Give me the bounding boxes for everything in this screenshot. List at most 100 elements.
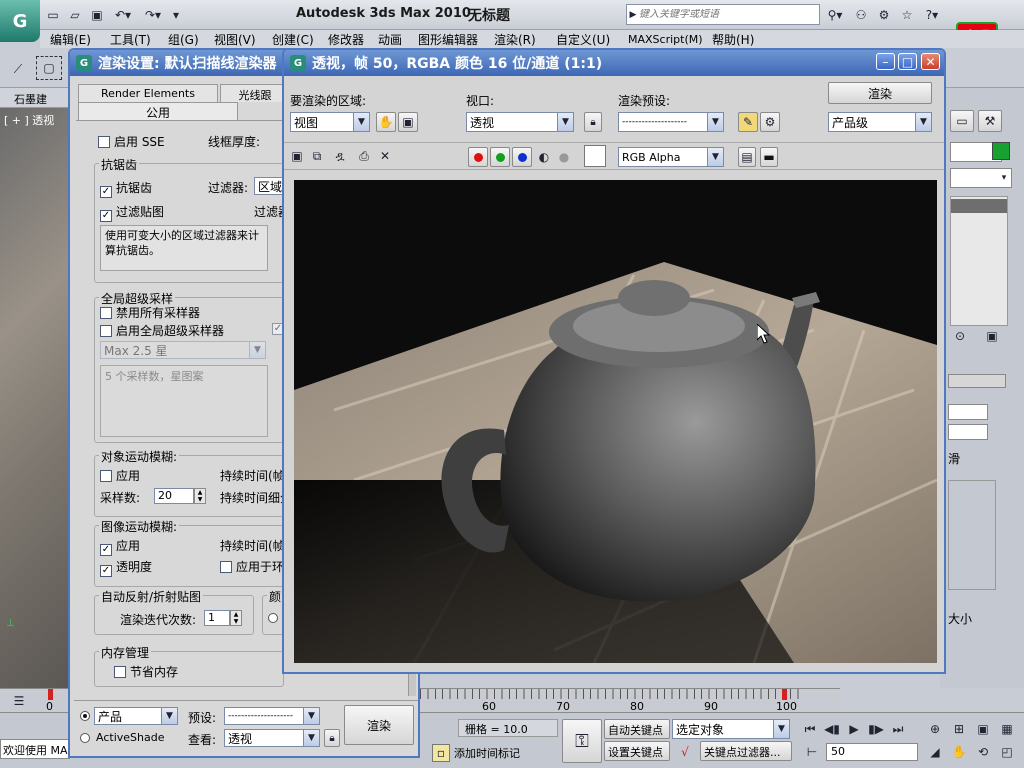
ribbon-tab-graphite[interactable]: 石墨建 [14,91,47,107]
tab-raytracer[interactable]: 光线跟 [220,84,290,102]
zoom-extents-icon[interactable]: ▣ [972,719,994,739]
object-blur-samples-spinner[interactable]: 20 ▲ ▼ [154,488,206,504]
zoom-extents-all-icon[interactable]: ▦ [996,719,1018,739]
minimize-button[interactable]: – [876,53,895,70]
clone-window-icon[interactable]: ዷ [330,147,350,165]
timeslider-config-icon[interactable]: ☰ [8,693,30,709]
render-preset-dropdown[interactable]: -------------------- ▼ [618,112,724,132]
red-channel-button[interactable] [468,147,488,167]
zoom-all-icon[interactable]: ⊞ [948,719,970,739]
track-bar[interactable]: 60 70 80 90 100 [420,688,840,713]
go-to-start-icon[interactable]: ⏮ [800,719,820,739]
close-button[interactable]: ✕ [921,53,940,70]
utilities-tab-icon[interactable]: ⚒ [978,110,1002,132]
add-time-tag-button[interactable]: ▫ 添加时间标记 [432,743,558,763]
search-expand-icon[interactable]: ▶ [627,10,639,20]
render-button[interactable]: 渲染 [344,705,414,745]
green-channel-button[interactable] [490,147,510,167]
new-file-icon[interactable]: ▭ [44,5,62,25]
menu-views[interactable]: 视图(V) [214,31,272,48]
object-color-swatch[interactable] [992,142,1010,160]
enable-global-checkbox[interactable]: 启用全局超级采样器 [100,322,224,339]
production-radio[interactable] [80,711,90,721]
key-tangent-icon[interactable]: √ [674,743,696,761]
transparency-checkbox[interactable]: ✓ 透明度 [100,558,152,577]
modifier-list-dropdown[interactable]: ▾ [950,168,1012,188]
go-to-end-icon[interactable]: ⏭ [888,719,908,739]
monochrome-icon[interactable]: ● [556,147,572,167]
key-filters-button[interactable]: 关键点过滤器... [700,741,792,761]
select-link-icon[interactable]: ⟋ [6,58,30,80]
communication-icon[interactable]: ⚙ [874,5,894,25]
save-memory-checkbox[interactable]: 节省内存 [114,663,178,680]
key-mode-icon[interactable]: ⊢ [802,743,822,761]
alpha-channel-icon[interactable]: ◐ [536,147,552,167]
preset-dropdown[interactable]: -------------------- ▼ [224,707,320,725]
menu-customize[interactable]: 自定义(U) [556,31,628,48]
auto-key-button[interactable]: 自动关键点 [604,719,670,739]
production-dropdown[interactable]: 产品 ▼ [94,707,178,725]
redo-icon[interactable]: ↷▾ [140,5,166,25]
maximize-viewport-icon[interactable]: ◰ [996,742,1018,762]
undo-icon[interactable]: ↶▾ [110,5,136,25]
zoom-icon[interactable]: ⊕ [924,719,946,739]
selection-set-dropdown[interactable]: 选定对象 ▼ [672,719,790,739]
menu-modifiers[interactable]: 修改器 [328,31,378,48]
viewport-dropdown[interactable]: 透视 ▼ [466,112,574,132]
clamp-radio[interactable] [268,613,278,623]
menu-maxscript[interactable]: MAXScript(M) [628,33,712,46]
save-image-icon[interactable]: ▣ [288,147,306,165]
edit-region-icon[interactable]: ✋ [376,112,396,132]
render-area-dropdown[interactable]: 视图 ▼ [290,112,370,132]
channel-dropdown[interactable]: RGB Alpha ▼ [618,147,724,167]
antialias-checkbox[interactable]: ✓ 抗锯齿 [100,179,152,198]
blue-channel-button[interactable] [512,147,532,167]
environment-icon[interactable]: ⚙ [760,112,780,132]
save-icon[interactable]: ▣ [88,5,106,25]
view-dropdown[interactable]: 透视 ▼ [224,729,320,747]
current-frame-field[interactable]: 50 [826,743,918,761]
search-input[interactable] [639,9,809,20]
toggle-overlay-icon[interactable]: ▬ [760,147,778,167]
app-logo-button[interactable]: G [0,0,40,42]
time-slider-marker[interactable] [782,689,787,700]
image-blur-apply-checkbox[interactable]: ✓ 应用 [100,537,140,556]
display-tab-icon[interactable]: ▭ [950,110,974,132]
tab-render-elements[interactable]: Render Elements [78,84,218,102]
menu-help[interactable]: 帮助(H) [712,31,772,48]
binoculars-icon[interactable]: ⚲▾ [822,5,848,25]
menu-group[interactable]: 组(G) [168,31,214,48]
viewport-perspective[interactable]: [ + ] 透视 ⊥ [0,108,76,688]
help-icon[interactable]: ?▾ [920,5,944,25]
spinner-arrows-icon[interactable]: ▲ ▼ [230,610,242,626]
sse-checkbox[interactable]: 启用 SSE [98,133,165,150]
field-of-view-icon[interactable]: ◢ [924,742,946,762]
next-frame-icon[interactable]: ▮▶ [866,719,886,739]
select-region-icon[interactable]: ▢ [36,56,62,80]
menu-create[interactable]: 创建(C) [272,31,328,48]
menu-graph-editors[interactable]: 图形编辑器 [418,31,494,48]
open-file-icon[interactable]: ▱ [66,5,84,25]
iterations-spinner[interactable]: 1 ▲ ▼ [204,610,242,626]
print-image-icon[interactable]: ⎙ [354,147,374,165]
frame-zero-marker[interactable] [48,689,53,700]
play-icon[interactable]: ▶ [844,719,864,739]
frame-render-button[interactable]: 渲染 [828,82,932,104]
activeshade-radio[interactable] [80,733,90,743]
set-key-button[interactable]: 设置关键点 [604,741,670,761]
configure-sets-icon[interactable]: ▣ [984,328,1000,344]
qat-dropdown-icon[interactable]: ▾ [170,5,182,25]
viewport-label[interactable]: [ + ] 透视 [4,112,54,128]
object-blur-apply-checkbox[interactable]: 应用 [100,467,140,484]
background-swatch[interactable] [584,145,606,167]
maximize-button[interactable]: □ [898,53,917,70]
apply-env-checkbox[interactable]: 应用于环 [220,558,284,575]
spinner-1[interactable] [948,404,988,420]
tab-common[interactable]: 公用 [78,102,238,120]
spinner-arrows-icon[interactable]: ▲ ▼ [194,488,206,504]
pin-stack-icon[interactable]: ⊙ [952,328,968,344]
lock-view-icon[interactable]: 🔒︎ [324,729,340,747]
set-key-mode-icon[interactable]: ⚿ [562,719,602,763]
auto-region-icon[interactable]: ▣ [398,112,418,132]
frame-window-titlebar[interactable]: G 透视，帧 50，RGBA 颜色 16 位/通道 (1:1) [284,50,944,76]
